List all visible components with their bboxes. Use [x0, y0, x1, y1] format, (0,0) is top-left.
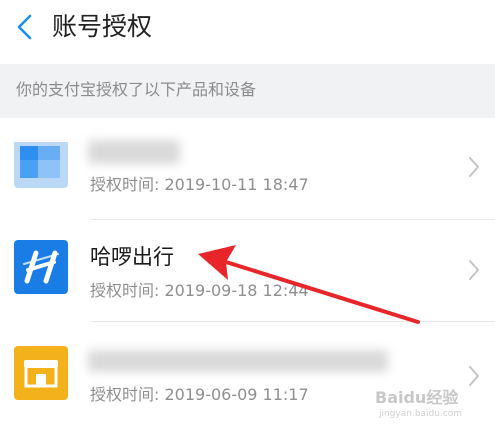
back-arrow-icon[interactable] — [12, 12, 38, 42]
authorization-time: 授权时间: 2019-10-11 18:47 — [90, 175, 309, 194]
authorization-time: 授权时间: 2019-06-09 11:17 — [90, 385, 309, 404]
page-title: 账号授权 — [52, 12, 153, 41]
chevron-right-icon — [469, 260, 479, 280]
section-header: 你的支付宝授权了以下产品和设备 — [0, 64, 495, 118]
authorized-app-row[interactable]: 授权时间: 2019-10-11 18:47 — [0, 118, 495, 220]
section-label: 你的支付宝授权了以下产品和设备 — [16, 80, 257, 99]
baidu-watermark-logo: Baidu经验 jingyan.baidu.com — [375, 388, 462, 419]
app-icon-blurred — [14, 134, 68, 188]
store-app-icon — [14, 346, 68, 400]
hellobike-app-icon — [14, 240, 68, 294]
blurred-app-name — [88, 350, 388, 372]
svg-text:jingyan.baidu.com: jingyan.baidu.com — [378, 409, 462, 419]
app-name: 哈啰出行 — [90, 245, 174, 269]
blurred-app-name — [88, 140, 180, 164]
chevron-right-icon — [469, 157, 479, 177]
svg-text:Baidu经验: Baidu经验 — [375, 388, 459, 407]
header-bar: 账号授权 — [0, 0, 495, 56]
authorization-time: 授权时间: 2019-09-18 12:44 — [90, 281, 309, 300]
authorized-app-row[interactable]: 哈啰出行 授权时间: 2019-09-18 12:44 — [0, 220, 495, 322]
